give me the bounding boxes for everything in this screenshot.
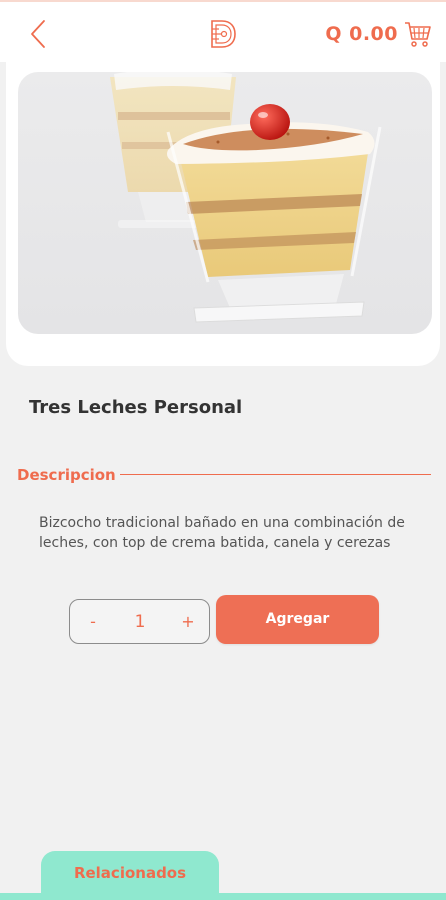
shopping-cart-icon xyxy=(405,22,431,47)
quantity-stepper: - 1 + xyxy=(69,599,210,644)
product-image xyxy=(18,72,432,334)
description-divider xyxy=(120,474,431,475)
add-to-cart-button[interactable]: Agregar xyxy=(216,595,379,644)
description-heading: Descripcion xyxy=(17,466,116,484)
quantity-value: 1 xyxy=(134,612,146,632)
brand-logo-icon xyxy=(208,18,238,50)
description-text: Bizcocho tradicional bañado en una combi… xyxy=(39,515,405,551)
increment-button[interactable]: + xyxy=(177,610,199,634)
app-header: Q 0.00 xyxy=(0,0,446,62)
product-title: Tres Leches Personal xyxy=(29,397,243,418)
back-button[interactable] xyxy=(24,18,52,50)
cart-total: Q 0.00 xyxy=(325,23,398,45)
chevron-left-icon xyxy=(31,20,45,48)
decrement-button[interactable]: - xyxy=(82,610,104,634)
product-image-card xyxy=(6,62,440,366)
cart-button[interactable]: Q 0.00 xyxy=(325,18,432,50)
tab-related[interactable]: Relacionados xyxy=(41,851,219,900)
